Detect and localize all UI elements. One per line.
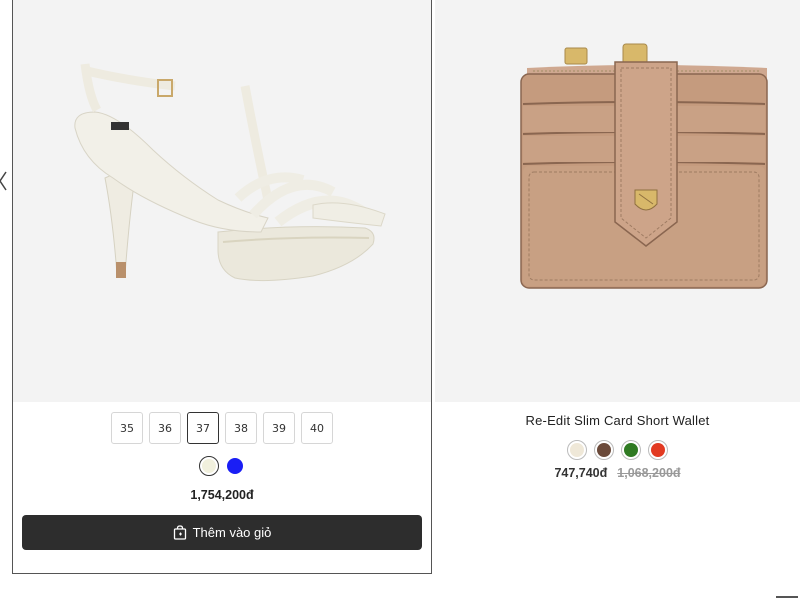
chevron-left-icon bbox=[0, 171, 7, 191]
product-card-wallet: Re-Edit Slim Card Short Wallet 747,740đ … bbox=[435, 0, 800, 600]
swatch-fill bbox=[624, 443, 638, 457]
size-option-36[interactable]: 36 bbox=[149, 412, 181, 444]
size-option-35[interactable]: 35 bbox=[111, 412, 143, 444]
size-option-37[interactable]: 37 bbox=[187, 412, 219, 444]
size-option-39[interactable]: 39 bbox=[263, 412, 295, 444]
swatch-fill bbox=[597, 443, 611, 457]
swatch-fill bbox=[651, 443, 665, 457]
swatch-fill bbox=[570, 443, 584, 457]
color-selector bbox=[435, 440, 800, 460]
price-group: 747,740đ 1,068,200đ bbox=[435, 466, 800, 480]
swatch-fill bbox=[202, 459, 216, 473]
scrollbar-thumb[interactable] bbox=[776, 596, 798, 598]
color-swatch-cream[interactable] bbox=[199, 456, 219, 476]
swatch-fill bbox=[227, 458, 243, 474]
product-image[interactable] bbox=[435, 0, 800, 402]
product-image[interactable] bbox=[13, 0, 431, 402]
add-to-cart-button[interactable]: Thêm vào giỏ bbox=[22, 515, 422, 550]
shopping-bag-icon bbox=[173, 525, 186, 540]
size-option-40[interactable]: 40 bbox=[301, 412, 333, 444]
size-option-38[interactable]: 38 bbox=[225, 412, 257, 444]
wallet-illustration bbox=[520, 43, 768, 289]
carousel-prev-button[interactable] bbox=[0, 168, 10, 194]
sandal-illustration bbox=[74, 63, 386, 282]
original-price: 1,068,200đ bbox=[617, 466, 681, 480]
product-name[interactable]: Re-Edit Slim Card Short Wallet bbox=[435, 413, 800, 428]
add-to-cart-label: Thêm vào giỏ bbox=[192, 525, 272, 540]
color-swatch-cream[interactable] bbox=[567, 440, 587, 460]
product-card-sandal: 35 36 37 38 39 40 1,754,200đ Thêm vào gi… bbox=[12, 0, 432, 574]
color-swatch-brown[interactable] bbox=[594, 440, 614, 460]
product-price: 1,754,200đ bbox=[190, 488, 254, 502]
color-swatch-red[interactable] bbox=[648, 440, 668, 460]
size-selector: 35 36 37 38 39 40 bbox=[13, 412, 431, 444]
color-swatch-blue[interactable] bbox=[225, 456, 245, 476]
color-selector bbox=[13, 456, 431, 476]
sale-price: 747,740đ bbox=[554, 466, 608, 480]
color-swatch-green[interactable] bbox=[621, 440, 641, 460]
